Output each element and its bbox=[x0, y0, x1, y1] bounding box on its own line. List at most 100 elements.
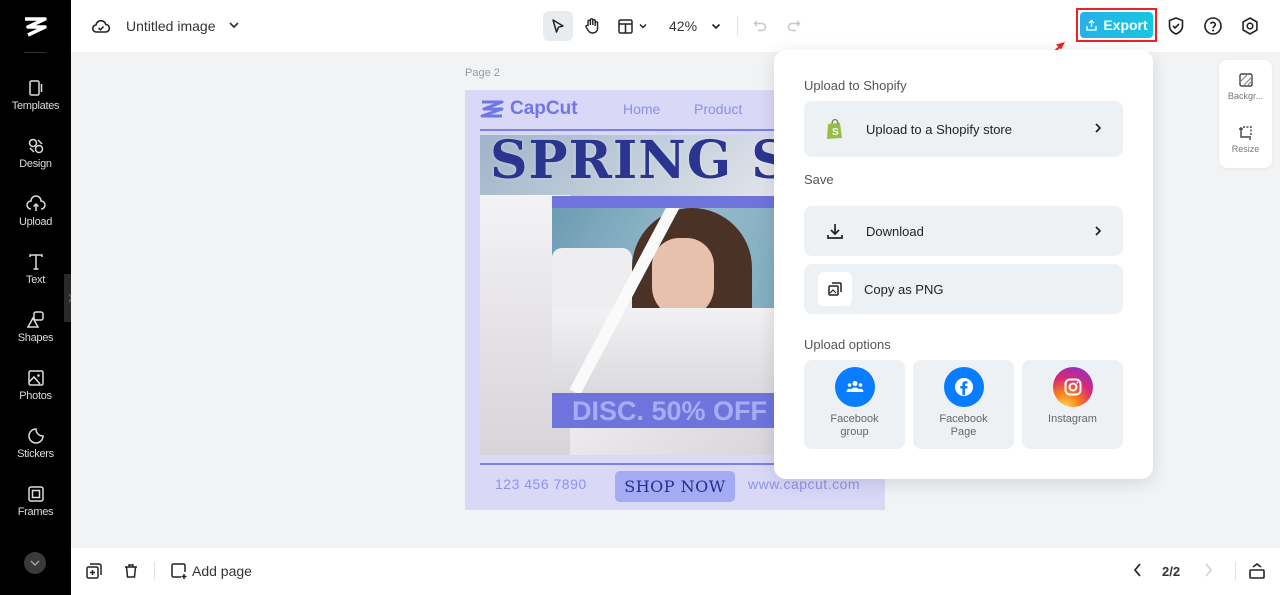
facebook-page-tile[interactable]: Facebook Page bbox=[913, 360, 1014, 449]
poster-phone: 123 456 7890 bbox=[495, 476, 587, 492]
export-button[interactable]: Export bbox=[1080, 12, 1153, 38]
upload-cloud-icon bbox=[25, 194, 46, 214]
shield-icon[interactable] bbox=[1166, 16, 1186, 36]
sidebar-item-photos[interactable]: Photos bbox=[0, 368, 71, 402]
background-label: Backgr... bbox=[1227, 91, 1263, 101]
export-label: Export bbox=[1103, 17, 1148, 33]
chevron-down-icon bbox=[639, 23, 647, 29]
sidebar-item-text[interactable]: Text bbox=[0, 252, 71, 286]
settings-gear-icon[interactable] bbox=[1240, 16, 1260, 36]
pointer-icon bbox=[552, 19, 564, 33]
sidebar-item-design[interactable]: Design bbox=[0, 136, 71, 170]
undo-icon bbox=[753, 20, 767, 32]
chevron-left-icon bbox=[1133, 563, 1141, 577]
facebook-icon bbox=[943, 367, 984, 407]
hand-tool-button[interactable] bbox=[578, 11, 606, 41]
shopify-icon: S bbox=[820, 114, 850, 144]
poster-model-photo bbox=[552, 208, 802, 393]
undo-button[interactable] bbox=[749, 11, 771, 41]
chevron-down-icon bbox=[711, 23, 721, 30]
templates-icon bbox=[26, 78, 46, 98]
sidebar-more-button[interactable] bbox=[24, 552, 46, 574]
add-page-button[interactable]: Add page bbox=[192, 563, 252, 579]
capcut-logo-icon[interactable] bbox=[22, 14, 48, 40]
redo-icon bbox=[787, 20, 801, 32]
instagram-icon bbox=[1052, 367, 1093, 407]
sidebar-item-label: Frames bbox=[17, 506, 54, 518]
duplicate-page-button[interactable] bbox=[85, 562, 103, 585]
download-row[interactable]: Download bbox=[804, 206, 1123, 256]
layout-icon bbox=[618, 18, 633, 34]
sidebar-item-label: Templates bbox=[11, 100, 60, 112]
poster-discount-text: DISC. 50% OFF bbox=[572, 396, 768, 426]
design-icon bbox=[26, 136, 46, 156]
export-dropdown-panel: Upload to Shopify S Upload to a Shopify … bbox=[774, 50, 1153, 479]
toolbar-divider bbox=[737, 16, 738, 36]
sidebar-item-frames[interactable]: Frames bbox=[0, 484, 71, 518]
page-label: Page 2 bbox=[465, 67, 500, 79]
sidebar-item-label: Text bbox=[26, 274, 45, 286]
delete-page-button[interactable] bbox=[122, 562, 140, 585]
shapes-icon bbox=[26, 310, 46, 330]
poster-nav-home: Home bbox=[623, 101, 661, 117]
hand-icon bbox=[585, 18, 599, 34]
sidebar-item-label: Upload bbox=[18, 216, 53, 228]
section-label-save: Save bbox=[804, 172, 834, 187]
redo-button[interactable] bbox=[783, 11, 805, 41]
export-highlight-box: Export bbox=[1076, 8, 1157, 42]
resize-label: Resize bbox=[1231, 144, 1260, 154]
download-icon bbox=[820, 216, 850, 246]
document-title[interactable]: Untitled image bbox=[126, 18, 216, 34]
layout-tool-button[interactable] bbox=[617, 11, 653, 41]
capcut-logo-icon bbox=[480, 100, 504, 118]
title-dropdown-chevron-icon[interactable] bbox=[227, 18, 241, 32]
facebook-group-label: Facebook group bbox=[830, 413, 879, 438]
page-indicator: 2/2 bbox=[1162, 564, 1181, 579]
sidebar-item-label: Stickers bbox=[17, 448, 54, 460]
download-label: Download bbox=[866, 223, 924, 239]
chevron-right-icon bbox=[1095, 226, 1102, 236]
bottom-divider bbox=[154, 562, 155, 580]
cloud-sync-icon[interactable] bbox=[91, 16, 111, 36]
trash-icon bbox=[125, 564, 137, 578]
duplicate-icon bbox=[86, 563, 102, 579]
upload-shopify-label: Upload to a Shopify store bbox=[866, 121, 1012, 137]
sidebar-item-label: Shapes bbox=[17, 332, 54, 344]
next-page-button[interactable] bbox=[1201, 562, 1215, 583]
poster-brand-text: CapCut bbox=[510, 98, 578, 119]
zoom-dropdown-button[interactable] bbox=[707, 11, 725, 41]
left-sidebar: Templates Design Upload Text Shapes Phot… bbox=[0, 0, 71, 595]
facebook-page-label: Facebook Page bbox=[939, 413, 988, 438]
section-label-shopify: Upload to Shopify bbox=[804, 78, 907, 93]
sidebar-item-upload[interactable]: Upload bbox=[0, 194, 71, 228]
photos-icon bbox=[26, 368, 46, 388]
bottom-divider bbox=[1235, 562, 1236, 580]
previous-page-button[interactable] bbox=[1131, 562, 1145, 583]
sidebar-divider bbox=[24, 52, 46, 53]
add-page-icon[interactable] bbox=[170, 562, 188, 585]
sidebar-item-label: Design bbox=[19, 158, 52, 170]
upload-shopify-row[interactable]: S Upload to a Shopify store bbox=[804, 101, 1123, 157]
background-button[interactable]: Backgr... bbox=[1219, 72, 1272, 101]
copy-as-png-row[interactable]: Copy as PNG bbox=[804, 264, 1123, 314]
poster-nav-product: Product bbox=[694, 101, 743, 117]
svg-text:S: S bbox=[832, 127, 839, 138]
chevron-down-icon bbox=[30, 560, 40, 566]
facebook-group-tile[interactable]: Facebook group bbox=[804, 360, 905, 449]
section-label-upload-options: Upload options bbox=[804, 337, 891, 352]
page-panel-toggle-button[interactable] bbox=[1248, 562, 1266, 585]
zoom-level[interactable]: 42% bbox=[669, 18, 697, 34]
sidebar-item-label: Photos bbox=[19, 390, 52, 402]
help-icon[interactable] bbox=[1203, 16, 1223, 36]
sidebar-item-templates[interactable]: Templates bbox=[0, 78, 71, 112]
frames-icon bbox=[26, 484, 46, 504]
select-tool-button[interactable] bbox=[543, 11, 573, 41]
sidebar-item-shapes[interactable]: Shapes bbox=[0, 310, 71, 344]
resize-button[interactable]: Resize bbox=[1219, 125, 1272, 154]
copy-image-icon bbox=[818, 272, 852, 306]
copy-as-png-label: Copy as PNG bbox=[864, 281, 944, 297]
poster-brand-logo: CapCut bbox=[480, 98, 578, 120]
pages-panel-icon bbox=[1249, 563, 1265, 579]
sidebar-item-stickers[interactable]: Stickers bbox=[0, 426, 71, 460]
instagram-tile[interactable]: Instagram bbox=[1022, 360, 1123, 449]
